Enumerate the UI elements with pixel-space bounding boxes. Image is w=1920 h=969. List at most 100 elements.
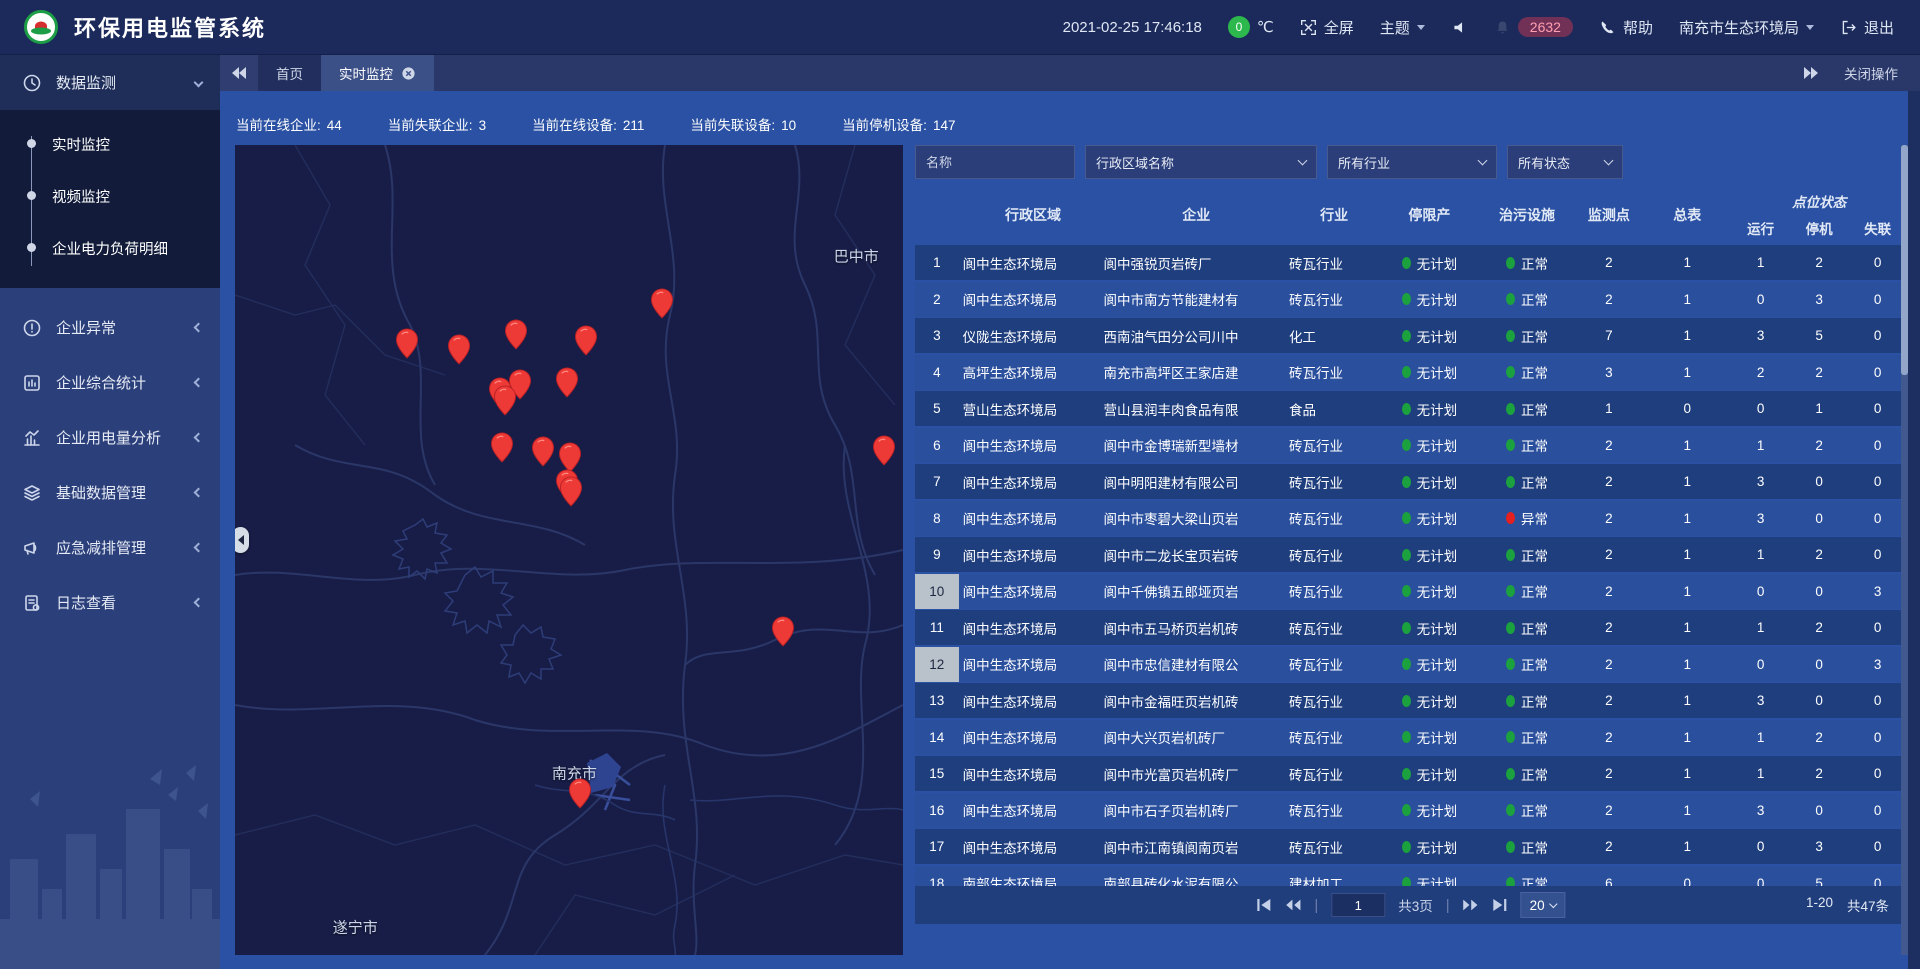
table-row[interactable]: 10 阆中生态环境局 阆中千佛镇五郎垭页岩 砖瓦行业 无计划 正常 2 1 0 … (915, 574, 1907, 609)
map-panel[interactable]: 巴中市南充市遂宁市 (235, 145, 903, 955)
table-row[interactable]: 12 阆中生态环境局 阆中市忠信建材有限公 砖瓦行业 无计划 正常 2 1 0 … (915, 647, 1907, 682)
row-monitor-points: 2 (1575, 693, 1643, 708)
table-row[interactable]: 1 阆中生态环境局 阆中强锐页岩砖厂 砖瓦行业 无计划 正常 2 1 1 2 0 (915, 245, 1907, 280)
map-pin[interactable] (491, 432, 514, 463)
mute-button[interactable] (1451, 19, 1468, 36)
row-region: 阆中生态环境局 (959, 435, 1104, 455)
map-pin[interactable] (873, 435, 896, 466)
map-pin[interactable] (650, 288, 673, 319)
col-header-monitor-points: 监测点 (1575, 185, 1643, 245)
status-dot (1402, 512, 1411, 524)
table-row[interactable]: 6 阆中生态环境局 阆中市金博瑞新型墙材 砖瓦行业 无计划 正常 2 1 1 2… (915, 428, 1907, 463)
sidebar-item-base-data[interactable]: 基础数据管理 (0, 465, 220, 520)
tab-home[interactable]: 首页 (258, 55, 321, 91)
status-filter-select[interactable]: 所有状态 (1507, 145, 1623, 179)
row-company: 阆中市金福旺页岩机砖 (1103, 691, 1289, 711)
alert-circle-icon (22, 318, 42, 338)
table-row[interactable]: 3 仪陇生态环境局 西南油气田分公司川中 化工 无计划 正常 7 1 3 5 0 (915, 318, 1907, 353)
monitor-gauge-icon (22, 73, 42, 93)
page-number-input[interactable] (1331, 893, 1385, 917)
table-row[interactable]: 15 阆中生态环境局 阆中市光富页岩机砖厂 砖瓦行业 无计划 正常 2 1 1 … (915, 756, 1907, 791)
location-pin-icon (771, 616, 794, 647)
row-number: 9 (915, 537, 959, 572)
table-row[interactable]: 17 阆中生态环境局 阆中市江南镇阆南页岩 砖瓦行业 无计划 正常 2 1 0 … (915, 829, 1907, 864)
row-region: 阆中生态环境局 (959, 253, 1104, 273)
table-row[interactable]: 14 阆中生态环境局 阆中大兴页岩机砖厂 砖瓦行业 无计划 正常 2 1 1 2… (915, 720, 1907, 755)
region-filter-select[interactable]: 行政区域名称 (1085, 145, 1317, 179)
sidebar-item-company-statistics[interactable]: 企业综合统计 (0, 355, 220, 410)
row-lost-count: 0 (1848, 255, 1907, 270)
map-pin[interactable] (395, 328, 418, 359)
row-monitor-points: 2 (1575, 511, 1643, 526)
tab-close-icon[interactable] (401, 66, 416, 81)
row-number: 1 (915, 245, 959, 280)
scrollbar-thumb[interactable] (1901, 145, 1908, 375)
status-dot (1506, 403, 1515, 415)
row-pollution-facility: 正常 (1479, 873, 1574, 886)
sidebar-item-realtime-monitor[interactable]: 实时监控 (0, 118, 220, 170)
row-company: 阆中市江南镇阆南页岩 (1103, 837, 1289, 857)
table-row[interactable]: 7 阆中生态环境局 阆中明阳建材有限公司 砖瓦行业 无计划 正常 2 1 3 0… (915, 464, 1907, 499)
row-industry: 食品 (1289, 399, 1379, 419)
table-row[interactable]: 9 阆中生态环境局 阆中市二龙长宝页岩砖 砖瓦行业 无计划 正常 2 1 1 2… (915, 537, 1907, 572)
speaker-muted-icon (1451, 19, 1468, 36)
map-pin[interactable] (574, 325, 597, 356)
row-running-count: 0 (1731, 292, 1790, 307)
fullscreen-button[interactable]: 全屏 (1300, 17, 1354, 38)
table-row[interactable]: 4 高坪生态环境局 南充市高坪区王家店建 砖瓦行业 无计划 正常 3 1 2 2… (915, 355, 1907, 390)
map-pin[interactable] (531, 436, 554, 467)
table-row[interactable]: 8 阆中生态环境局 阆中市枣碧大梁山页岩 砖瓦行业 无计划 异常 2 1 3 0… (915, 501, 1907, 536)
map-pin[interactable] (568, 778, 591, 809)
close-operations-button[interactable]: 关闭操作 (1844, 63, 1898, 83)
sidebar-item-company-abnormal[interactable]: 企业异常 (0, 300, 220, 355)
caret-down-icon (1806, 25, 1814, 30)
status-dot (1402, 877, 1411, 886)
status-dot (1506, 804, 1515, 816)
theme-dropdown[interactable]: 主题 (1380, 17, 1425, 38)
map-pin[interactable] (555, 367, 578, 398)
row-company: 西南油气田分公司川中 (1103, 326, 1289, 346)
status-dot (1402, 439, 1411, 451)
sidebar-item-power-analysis[interactable]: 企业用电量分析 (0, 410, 220, 465)
map-collapse-handle[interactable] (235, 527, 249, 553)
notifications-button[interactable]: 2632 (1494, 17, 1573, 37)
prev-page-button[interactable] (1285, 898, 1301, 912)
tabs-scroll-left-button[interactable] (220, 55, 258, 91)
user-menu[interactable]: 南充市生态环境局 (1679, 17, 1814, 38)
sidebar-item-video-monitor[interactable]: 视频监控 (0, 170, 220, 222)
tabs-scroll-right-button[interactable] (1804, 67, 1818, 79)
table-scrollbar[interactable] (1901, 145, 1908, 955)
row-company: 阆中明阳建材有限公司 (1103, 472, 1289, 492)
table-row[interactable]: 13 阆中生态环境局 阆中市金福旺页岩机砖 砖瓦行业 无计划 正常 2 1 3 … (915, 683, 1907, 718)
status-dot (1402, 366, 1411, 378)
row-number: 6 (915, 428, 959, 463)
table-row[interactable]: 5 营山生态环境局 营山县润丰肉食品有限 食品 无计划 正常 1 0 0 1 0 (915, 391, 1907, 426)
sidebar-item-power-load-detail[interactable]: 企业电力负荷明细 (0, 222, 220, 274)
help-button[interactable]: 帮助 (1599, 17, 1653, 38)
table-row[interactable]: 16 阆中生态环境局 阆中市石子页岩机砖厂 砖瓦行业 无计划 正常 2 1 3 … (915, 793, 1907, 828)
name-filter-input[interactable] (915, 145, 1075, 179)
page-size-select[interactable]: 20 (1521, 892, 1566, 918)
table-row[interactable]: 18 南部生态环境局 南部县砖化水泥有限公 建材加工 无计划 正常 6 0 0 … (915, 866, 1907, 887)
row-running-count: 0 (1731, 584, 1790, 599)
map-pin[interactable] (771, 616, 794, 647)
sidebar-item-log-view[interactable]: 日志查看 (0, 575, 220, 630)
last-page-button[interactable] (1492, 898, 1508, 912)
sidebar-item-emergency-reduction[interactable]: 应急减排管理 (0, 520, 220, 575)
map-pin[interactable] (448, 334, 471, 365)
table-row[interactable]: 11 阆中生态环境局 阆中市五马桥页岩机砖 砖瓦行业 无计划 正常 2 1 1 … (915, 610, 1907, 645)
row-number: 4 (915, 355, 959, 390)
row-stopped-count: 2 (1790, 365, 1849, 380)
logout-button[interactable]: 退出 (1840, 17, 1894, 38)
tab-realtime-monitor[interactable]: 实时监控 (321, 55, 434, 91)
first-page-button[interactable] (1256, 898, 1272, 912)
row-number: 11 (915, 610, 959, 645)
next-page-button[interactable] (1463, 898, 1479, 912)
col-header-total-meter: 总表 (1643, 185, 1731, 245)
map-pin[interactable] (560, 476, 583, 507)
industry-filter-select[interactable]: 所有行业 (1327, 145, 1497, 179)
sidebar-item-data-monitor[interactable]: 数据监测 (0, 55, 220, 110)
table-row[interactable]: 2 阆中生态环境局 阆中市南方节能建材有 砖瓦行业 无计划 正常 2 1 0 3… (915, 282, 1907, 317)
map-pin[interactable] (504, 319, 527, 350)
map-pin[interactable] (493, 385, 516, 416)
